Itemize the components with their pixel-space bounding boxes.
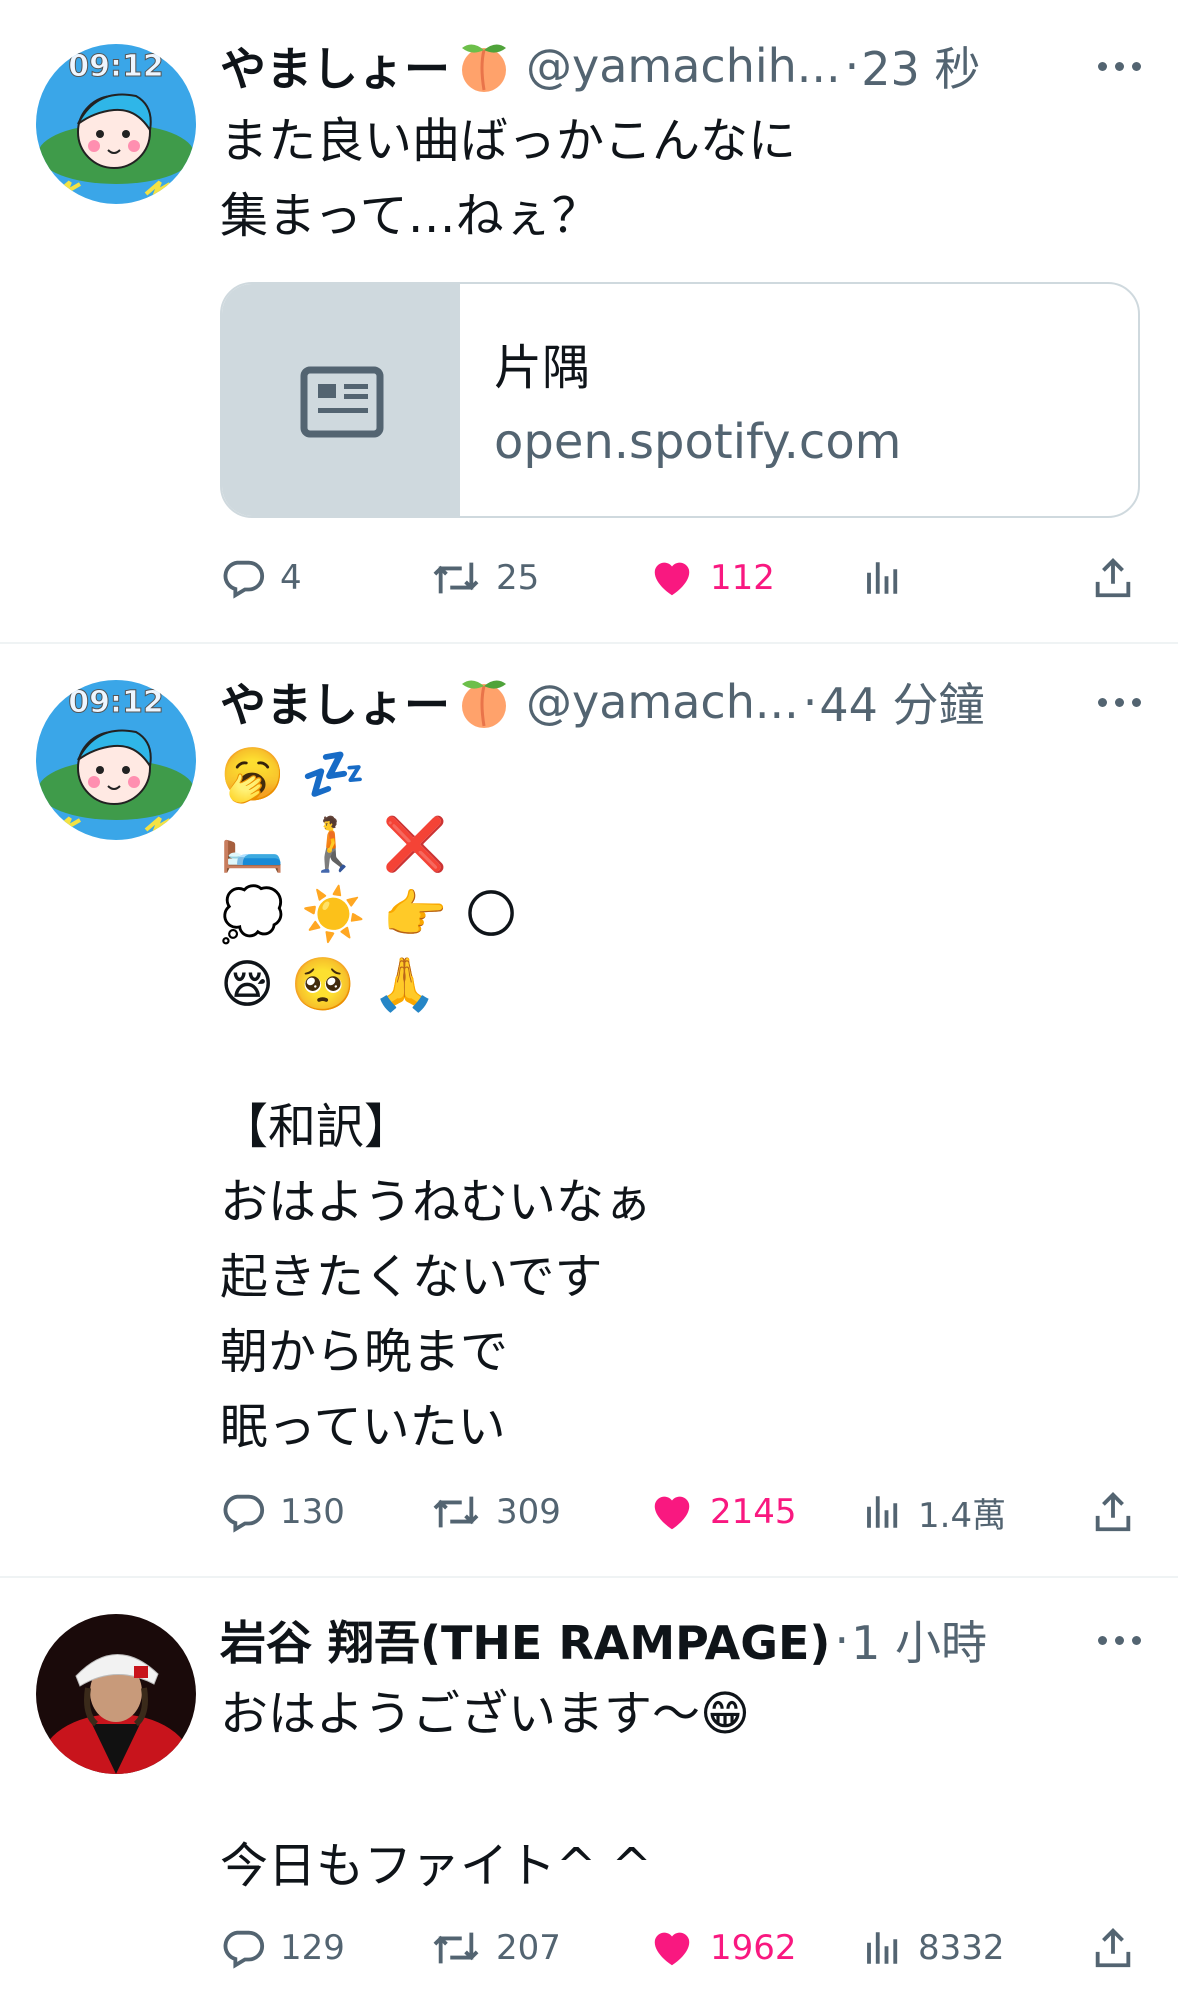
like-count: 1962 xyxy=(710,1928,797,1968)
view-count: 1.4萬 xyxy=(918,1495,1007,1536)
separator-dot: · xyxy=(834,1613,850,1667)
share-icon xyxy=(1095,1928,1131,1968)
views-icon xyxy=(867,562,898,594)
tweet-text: 【和訳】 おはようねむいなぁ 起きたくないです 朝から晩まで 眠っていたい xyxy=(220,1099,653,1455)
card-title: 片隅 xyxy=(494,340,591,396)
more-icon[interactable] xyxy=(1098,698,1142,708)
retweet-button[interactable]: 25 xyxy=(430,548,539,608)
share-icon xyxy=(1095,558,1131,598)
retweet-count: 25 xyxy=(496,558,540,598)
peach-emoji-icon xyxy=(454,36,514,96)
display-name[interactable]: やましょー xyxy=(220,669,450,735)
like-icon xyxy=(654,562,690,596)
emoji-line: 🛏️ 🚶 ❌ xyxy=(220,815,448,875)
tweet-header: 岩谷 翔吾(THE RAMPAGE) · 1 小時 xyxy=(220,1608,1148,1672)
separator-dot: · xyxy=(844,39,860,93)
retweet-button[interactable]: 207 xyxy=(430,1918,561,1978)
reply-count: 4 xyxy=(280,558,302,598)
svg-text:09:12: 09:12 xyxy=(68,685,164,720)
views-button[interactable] xyxy=(862,548,918,608)
reply-count: 130 xyxy=(280,1492,345,1532)
link-card[interactable]: 片隅 open.spotify.com xyxy=(220,282,1140,518)
retweet-icon xyxy=(433,562,479,594)
handle[interactable]: @yamach... xyxy=(526,675,799,729)
share-button[interactable] xyxy=(1090,548,1136,608)
like-icon xyxy=(654,1496,690,1530)
retweet-count: 309 xyxy=(496,1492,561,1532)
peach-emoji-icon xyxy=(454,672,514,732)
reply-button[interactable]: 130 xyxy=(220,1482,345,1542)
like-button[interactable]: 2145 xyxy=(648,1482,797,1542)
tweet-header: やましょー @yamachih... · 23 秒 xyxy=(220,34,1148,98)
tweet-text: おはようございます〜😁 今日もファイト^ ^ xyxy=(220,1686,751,1894)
tweet-actions: 129 207 1962 8332 xyxy=(220,1918,1140,1978)
retweet-button[interactable]: 309 xyxy=(430,1482,561,1542)
tweet[interactable]: 岩谷 翔吾(THE RAMPAGE) · 1 小時 おはようございます〜😁 今日… xyxy=(0,1578,1178,2012)
timestamp[interactable]: 1 小時 xyxy=(851,1607,987,1673)
retweet-icon xyxy=(433,1496,479,1528)
display-name[interactable]: やましょー xyxy=(220,33,450,99)
share-button[interactable] xyxy=(1090,1482,1136,1542)
like-button[interactable]: 1962 xyxy=(648,1918,797,1978)
avatar[interactable]: 09:12 xyxy=(36,44,196,204)
view-count: 8332 xyxy=(918,1928,1005,1968)
reply-icon xyxy=(223,1494,265,1533)
like-count: 2145 xyxy=(710,1492,797,1532)
views-icon xyxy=(867,1496,898,1528)
tweet-header: やましょー @yamach... · 44 分鐘 xyxy=(220,670,1148,734)
card-domain: open.spotify.com xyxy=(494,414,902,470)
reply-icon xyxy=(223,1930,265,1969)
separator-dot: · xyxy=(802,675,818,729)
card-thumbnail xyxy=(222,284,460,516)
tweet-actions: 4 25 112 xyxy=(220,548,1140,608)
like-count: 112 xyxy=(710,558,775,598)
avatar[interactable] xyxy=(36,1614,196,1774)
article-icon xyxy=(300,366,384,438)
timestamp[interactable]: 23 秒 xyxy=(861,33,980,99)
reply-count: 129 xyxy=(280,1928,345,1968)
share-icon xyxy=(1095,1492,1131,1532)
tweet[interactable]: 09:12 やましょー @yamachih... · 23 秒 また良い曲ばっか… xyxy=(0,0,1178,642)
timestamp[interactable]: 44 分鐘 xyxy=(819,669,984,735)
emoji-line: 💭 ☀️ 👉 🌕 xyxy=(220,885,519,945)
tweet-text: また良い曲ばっかこんなに 集まって…ねぇ？ xyxy=(220,113,797,244)
retweet-count: 207 xyxy=(496,1928,561,1968)
reply-icon xyxy=(223,560,265,599)
svg-text:09:12: 09:12 xyxy=(68,49,164,84)
display-name[interactable]: 岩谷 翔吾(THE RAMPAGE) xyxy=(220,1607,830,1673)
like-button[interactable]: 112 xyxy=(648,548,775,608)
tweet-actions: 130 309 2145 1.4萬 xyxy=(220,1482,1140,1542)
tweet[interactable]: 09:12 やましょー @yamach... · 44 分鐘 🥱 💤 🛏️ 🚶 … xyxy=(0,644,1178,1576)
views-button[interactable]: 8332 xyxy=(862,1918,1005,1978)
like-icon xyxy=(654,1932,690,1966)
views-button[interactable]: 1.4萬 xyxy=(862,1482,1006,1542)
reply-button[interactable]: 129 xyxy=(220,1918,345,1978)
more-icon[interactable] xyxy=(1098,62,1142,72)
reply-button[interactable]: 4 xyxy=(220,548,302,608)
more-icon[interactable] xyxy=(1098,1636,1142,1646)
share-button[interactable] xyxy=(1090,1918,1136,1978)
avatar[interactable]: 09:12 xyxy=(36,680,196,840)
retweet-icon xyxy=(433,1932,479,1964)
handle[interactable]: @yamachih... xyxy=(526,39,841,93)
views-icon xyxy=(867,1932,898,1964)
emoji-line: 😪 🥺 🙏 xyxy=(220,955,437,1015)
emoji-line: 🥱 💤 xyxy=(220,745,367,805)
